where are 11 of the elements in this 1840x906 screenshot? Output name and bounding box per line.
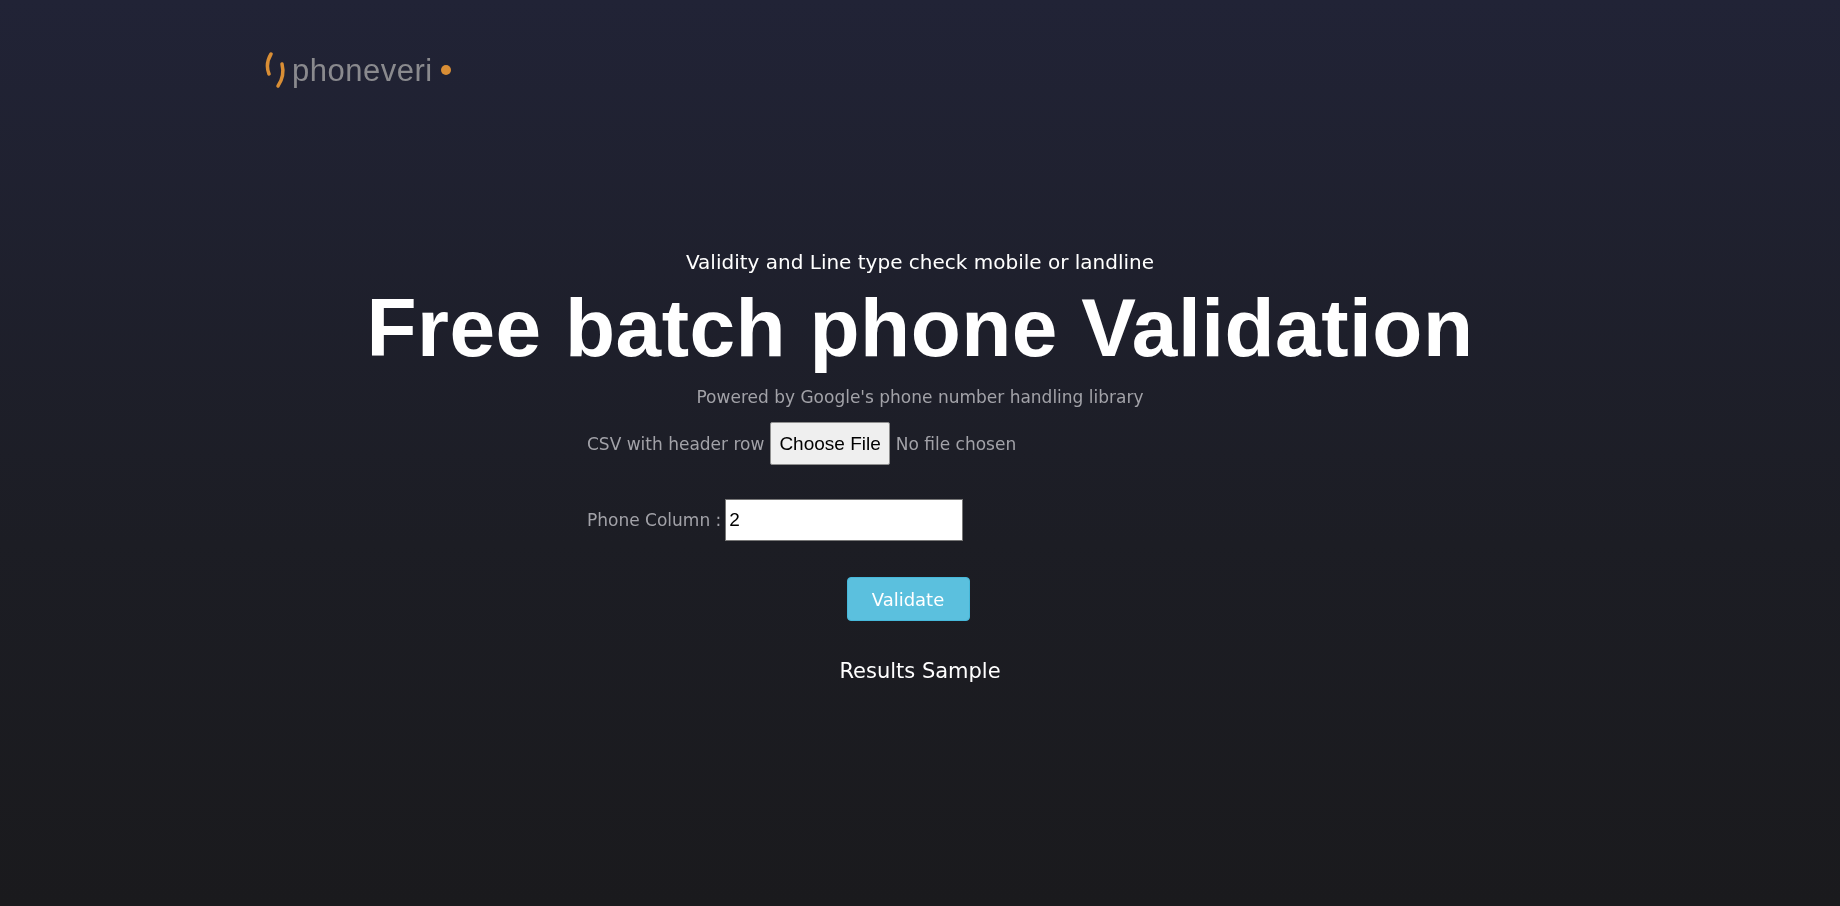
page-heading: Free batch phone Validation	[366, 281, 1474, 375]
phone-column-label: Phone Column :	[587, 510, 722, 530]
subtitle: Validity and Line type check mobile or landline	[685, 250, 1154, 274]
choose-file-button[interactable]: Choose File	[770, 422, 890, 465]
file-status: No file chosen	[895, 433, 1017, 454]
logo-text: phoneveri	[292, 54, 433, 86]
phone-column-field[interactable]: 2	[725, 499, 964, 541]
results-heading: Results Sample	[839, 659, 1001, 683]
logo-dot-icon	[440, 65, 451, 75]
file-label: CSV with header row	[587, 433, 765, 454]
tagline: Powered by Google's phone number handling library	[696, 386, 1144, 408]
